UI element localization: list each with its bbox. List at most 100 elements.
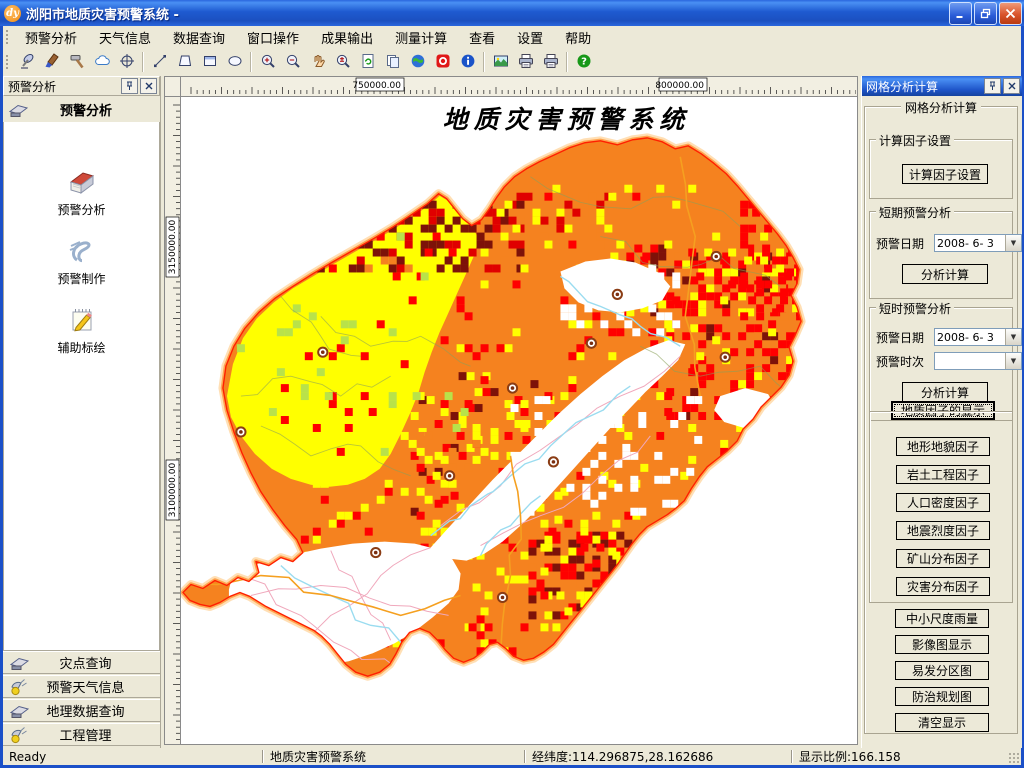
close-button[interactable] bbox=[999, 1, 1022, 25]
town-marker[interactable] bbox=[496, 591, 509, 604]
menu-item-4[interactable]: 成果输出 bbox=[310, 26, 384, 49]
left-panel-bar-1[interactable]: 预警天气信息 bbox=[3, 675, 160, 698]
close-icon[interactable] bbox=[1003, 78, 1020, 94]
left-panel-item-1[interactable]: 预警制作 bbox=[4, 235, 159, 287]
stamp-icon bbox=[8, 100, 30, 120]
restore-button[interactable] bbox=[974, 1, 997, 25]
nowcast-date-combo[interactable]: 2008- 6- 3 ▼ bbox=[934, 328, 1022, 346]
county-region bbox=[182, 137, 802, 677]
group-label: 计算因子设置 bbox=[876, 132, 955, 149]
town-marker[interactable] bbox=[506, 382, 519, 394]
brush-icon bbox=[44, 52, 60, 72]
draw-polygon-button[interactable] bbox=[172, 50, 197, 74]
make-warning-button[interactable] bbox=[64, 50, 89, 74]
menu-item-6[interactable]: 查看 bbox=[458, 26, 506, 49]
town-marker[interactable] bbox=[317, 346, 329, 358]
left-panel-titlebar[interactable]: 预警分析 bbox=[3, 76, 160, 96]
toolbar-separator bbox=[142, 52, 144, 72]
town-marker[interactable] bbox=[611, 288, 623, 300]
factor-button-2[interactable]: 人口密度因子 bbox=[896, 493, 990, 512]
zoom-out-button[interactable] bbox=[280, 50, 305, 74]
zoom-in-button[interactable] bbox=[255, 50, 280, 74]
draw-line-button[interactable] bbox=[147, 50, 172, 74]
extra-button-2[interactable]: 易发分区图 bbox=[895, 661, 989, 680]
globe-button[interactable] bbox=[405, 50, 430, 74]
zoom-extent-button[interactable] bbox=[330, 50, 355, 74]
close-icon[interactable] bbox=[140, 78, 157, 94]
chevron-down-icon[interactable]: ▼ bbox=[1005, 329, 1021, 345]
menubar-grip[interactable] bbox=[5, 29, 10, 45]
info-button[interactable] bbox=[455, 50, 480, 74]
draw-ellipse-button[interactable] bbox=[222, 50, 247, 74]
right-panel-titlebar[interactable]: 网格分析计算 bbox=[862, 76, 1022, 96]
short-term-analyze-button[interactable]: 分析计算 bbox=[902, 264, 988, 284]
left-panel-item-2[interactable]: 辅助标绘 bbox=[4, 304, 159, 356]
left-panel-bar-2[interactable]: 地理数据查询 bbox=[3, 699, 160, 722]
town-marker[interactable] bbox=[235, 426, 247, 438]
title-bar[interactable]: dy 浏阳市地质灾害预警系统 - bbox=[0, 0, 1024, 26]
pin-icon[interactable] bbox=[984, 78, 1001, 94]
menu-item-1[interactable]: 天气信息 bbox=[88, 26, 162, 49]
menu-item-0[interactable]: 预警分析 bbox=[14, 26, 88, 49]
town-marker[interactable] bbox=[370, 547, 382, 559]
left-panel-item-label: 辅助标绘 bbox=[57, 341, 106, 355]
extra-button-4[interactable]: 清空显示 bbox=[895, 713, 989, 732]
town-marker[interactable] bbox=[710, 250, 722, 263]
menu-item-5[interactable]: 测量计算 bbox=[384, 26, 458, 49]
factor-settings-button[interactable]: 计算因子设置 bbox=[902, 164, 988, 184]
town-marker[interactable] bbox=[585, 337, 597, 349]
left-panel-bar-3[interactable]: 工程管理 bbox=[3, 723, 160, 746]
left-panel-bar-label: 灾点查询 bbox=[59, 657, 112, 672]
extra-button-3[interactable]: 防治规划图 bbox=[895, 687, 989, 706]
right-panel-content: 网格分析计算 计算因子设置 计算因子设置 短期预警分析 预警日期 2008- 6- 3 ▼… bbox=[862, 96, 1022, 748]
left-panel-item-0[interactable]: 预警分析 bbox=[4, 166, 159, 218]
short-term-date-combo[interactable]: 2008- 6- 3 ▼ bbox=[934, 234, 1022, 252]
locate-button[interactable] bbox=[114, 50, 139, 74]
factor-button-4[interactable]: 矿山分布因子 bbox=[896, 549, 990, 568]
print-button[interactable] bbox=[513, 50, 538, 74]
pin-icon[interactable] bbox=[121, 78, 138, 94]
left-panel-bar-0[interactable]: 灾点查询 bbox=[3, 651, 160, 674]
group-label: 短期预警分析 bbox=[876, 204, 955, 221]
left-panel-section-header[interactable]: 预警分析 bbox=[3, 97, 160, 123]
nowcast-analyze-button[interactable]: 分析计算 bbox=[902, 382, 988, 402]
stop-button[interactable] bbox=[430, 50, 455, 74]
nowcast-hour-combo[interactable]: ▼ bbox=[934, 352, 1022, 370]
factor-button-0[interactable]: 地形地貌因子 bbox=[896, 437, 990, 456]
warning-analysis-button[interactable] bbox=[14, 50, 39, 74]
toolbar-grip[interactable] bbox=[5, 54, 10, 70]
factor-button-1[interactable]: 岩土工程因子 bbox=[896, 465, 990, 484]
extra-button-1[interactable]: 影像图显示 bbox=[895, 635, 989, 654]
chevron-down-icon[interactable]: ▼ bbox=[1005, 235, 1021, 251]
draw-rectangle-button[interactable] bbox=[197, 50, 222, 74]
help-button[interactable]: ? bbox=[571, 50, 596, 74]
rectangle-icon bbox=[202, 53, 218, 72]
menu-item-7[interactable]: 设置 bbox=[506, 26, 554, 49]
pan-button[interactable] bbox=[305, 50, 330, 74]
map-canvas[interactable]: 地质灾害预警系统 bbox=[181, 97, 858, 745]
menu-item-8[interactable]: 帮助 bbox=[554, 26, 602, 49]
copy-view-button[interactable] bbox=[380, 50, 405, 74]
chevron-down-icon[interactable]: ▼ bbox=[1005, 353, 1021, 369]
factor-button-3[interactable]: 地震烈度因子 bbox=[896, 521, 990, 540]
vertical-ruler: 3150000.00 3100000.00 bbox=[164, 97, 181, 745]
cloud-button[interactable] bbox=[89, 50, 114, 74]
factor-button-5[interactable]: 灾害分布因子 bbox=[896, 577, 990, 596]
extra-button-0[interactable]: 中小尺度雨量 bbox=[895, 609, 989, 628]
resize-grip[interactable] bbox=[1007, 751, 1020, 764]
info-icon bbox=[460, 53, 476, 72]
weather-brush-button[interactable] bbox=[39, 50, 64, 74]
menu-item-3[interactable]: 窗口操作 bbox=[236, 26, 310, 49]
toolbar: ? bbox=[3, 48, 1021, 77]
combo-value: 2008- 6- 3 bbox=[937, 237, 994, 250]
print-preview-button[interactable] bbox=[538, 50, 563, 74]
status-ready: Ready bbox=[9, 749, 47, 764]
menu-item-2[interactable]: 数据查询 bbox=[162, 26, 236, 49]
town-marker[interactable] bbox=[719, 351, 731, 363]
printer-icon bbox=[543, 53, 559, 72]
refresh-button[interactable] bbox=[355, 50, 380, 74]
town-marker[interactable] bbox=[444, 470, 456, 482]
minimize-button[interactable] bbox=[949, 1, 972, 25]
export-image-button[interactable] bbox=[488, 50, 513, 74]
town-marker[interactable] bbox=[547, 456, 560, 468]
